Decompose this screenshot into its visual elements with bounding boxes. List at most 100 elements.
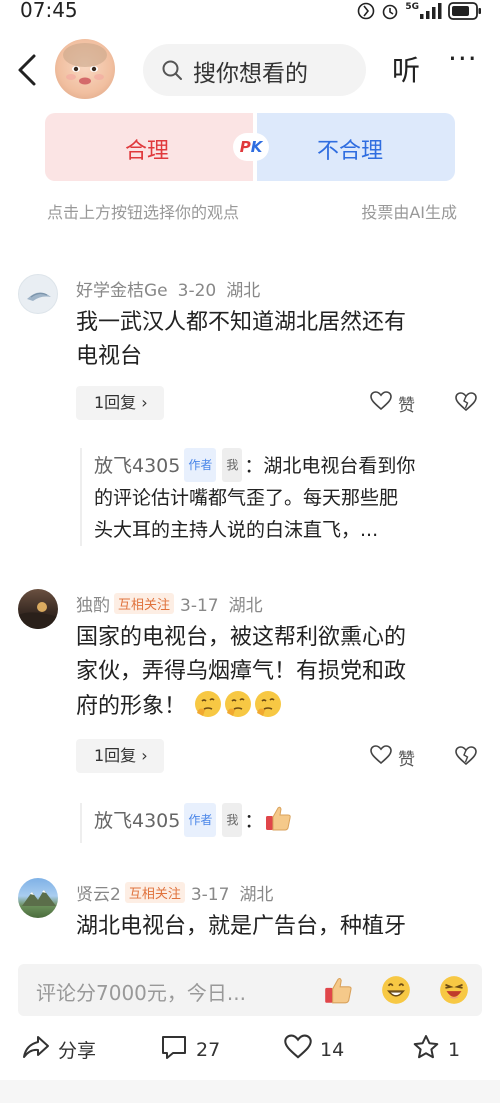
grin-emoji-icon[interactable]	[380, 974, 412, 1010]
like-count: 14	[320, 1038, 345, 1061]
signal-5g-icon: 5G	[405, 3, 442, 19]
reply-count-button[interactable]: 1回复 ›	[76, 739, 164, 773]
vote-reasonable-button[interactable]: 合理	[45, 113, 253, 181]
vote-reasonable-label: 合理	[125, 139, 170, 164]
search-icon	[161, 59, 183, 85]
battery-icon	[448, 2, 482, 20]
more-button[interactable]: ···	[448, 42, 478, 75]
comment-avatar[interactable]	[18, 589, 58, 629]
comment-line: 国家的电视台，被这帮利欲熏心的	[76, 625, 407, 650]
comment-line: 府的形象！	[76, 694, 187, 719]
comment-item: 贤云2 互相关注 3-17 湖北 湖北电视台，就是广告台，种植牙	[0, 872, 500, 957]
reply-count-button[interactable]: 1回复 ›	[76, 386, 164, 420]
comment-username[interactable]: 独酌	[76, 596, 110, 616]
sub-reply-line: 的评论估计嘴都气歪了。每天那些肥	[94, 487, 399, 509]
me-tag: 我	[222, 448, 243, 482]
comment-line-with-emoji: 府的形象！	[76, 689, 476, 730]
share-button[interactable]: 分享	[22, 1034, 96, 1065]
vote-unreasonable-button[interactable]: 不合理	[257, 113, 455, 181]
comment-item: 好学金桔Ge 3-20 湖北 我一武汉人都不知道湖北居然还有 电视台 1回复 › 赞…	[0, 270, 500, 560]
author-tag: 作者	[184, 803, 217, 837]
comment-icon	[160, 1034, 188, 1065]
sub-reply-text: ：湖北电视台看到你	[244, 455, 416, 477]
author-avatar[interactable]	[55, 39, 115, 99]
do-not-disturb-icon	[357, 2, 375, 20]
share-icon	[22, 1034, 50, 1065]
comment-date: 3-17	[190, 885, 230, 905]
thinking-emoji-icon	[253, 689, 283, 730]
sub-reply-line: 放飞4305 作者我：湖北电视台看到你	[94, 448, 460, 482]
laugh-emoji-icon[interactable]	[438, 974, 470, 1010]
network-type: 5G	[405, 2, 419, 12]
alarm-icon	[381, 2, 399, 20]
comment-line: 我一武汉人都不知道湖北居然还有	[76, 310, 407, 335]
status-time: 07:45	[20, 0, 78, 22]
comment-meta: 独酌 互相关注 3-17 湖北	[76, 591, 263, 616]
comment-text: 湖北电视台，就是广告台，种植牙	[76, 910, 476, 944]
sub-reply-line: 放飞4305 作者我：	[94, 803, 460, 843]
star-icon	[412, 1034, 440, 1065]
comment-avatar[interactable]	[18, 878, 58, 918]
pk-hint-right: 投票由AI生成	[361, 203, 457, 222]
like-label: 赞	[398, 396, 415, 416]
pk-badge: PK	[233, 133, 269, 161]
comment-input[interactable]: 评论分7000元，今日...	[18, 964, 482, 1016]
like-button[interactable]: 赞	[370, 391, 415, 416]
top-bar: 搜你想看的 听 ···	[0, 36, 500, 106]
status-bar: 07:45 5G	[0, 0, 500, 24]
heart-icon	[370, 745, 392, 770]
thinking-emoji-icon	[193, 689, 223, 730]
comment-button[interactable]: 27	[160, 1034, 220, 1065]
comment-username[interactable]: 贤云2	[76, 885, 121, 905]
comment-location: 湖北	[228, 596, 263, 616]
comment-avatar[interactable]	[18, 274, 58, 314]
sub-reply-line: 头大耳的主持人说的白沫直飞，...	[94, 519, 379, 541]
status-icons: 5G	[357, 0, 482, 22]
comment-line: 家伙，弄得乌烟瘴气！有损党和政	[76, 659, 407, 684]
sub-reply[interactable]: 放飞4305 作者我：	[80, 803, 460, 843]
sub-reply-username[interactable]: 放飞4305	[94, 810, 180, 832]
mutual-follow-badge: 互相关注	[114, 593, 175, 614]
bottom-action-bar: 分享 27 14 1	[0, 1030, 500, 1070]
sub-reply-text: ：	[244, 810, 264, 832]
bottom-strip	[0, 1080, 500, 1103]
comment-username[interactable]: 好学金桔Ge	[76, 281, 168, 301]
comment-location: 湖北	[226, 281, 261, 301]
thinking-emoji-icon	[223, 689, 253, 730]
broken-heart-icon[interactable]	[455, 746, 477, 770]
comment-date: 3-20	[177, 281, 217, 301]
author-tag: 作者	[184, 448, 217, 482]
search-box[interactable]: 搜你想看的	[143, 44, 366, 96]
sub-reply[interactable]: 放飞4305 作者我：湖北电视台看到你 的评论估计嘴都气歪了。每天那些肥 头大耳的…	[80, 448, 460, 546]
comment-date: 3-17	[180, 596, 219, 616]
me-tag: 我	[222, 803, 243, 837]
back-button[interactable]	[12, 52, 42, 88]
comment-text: 国家的电视台，被这帮利欲熏心的 家伙，弄得乌烟瘴气！有损党和政 府的形象！	[76, 621, 476, 730]
comment-line: 电视台	[76, 344, 143, 369]
pk-hints: 点击上方按钮选择你的观点 投票由AI生成	[47, 199, 457, 223]
like-label: 赞	[398, 750, 415, 770]
pk-hint-left: 点击上方按钮选择你的观点	[47, 203, 240, 222]
favorite-button[interactable]: 1	[412, 1034, 460, 1065]
vote-unreasonable-label: 不合理	[317, 139, 384, 164]
mutual-follow-badge: 互相关注	[124, 882, 185, 903]
favorite-count: 1	[448, 1038, 461, 1061]
like-button[interactable]: 赞	[370, 745, 415, 770]
heart-icon	[284, 1034, 312, 1065]
like-post-button[interactable]: 14	[284, 1034, 344, 1065]
comment-meta: 好学金桔Ge 3-20 湖北	[76, 276, 260, 301]
comment-location: 湖北	[239, 885, 274, 905]
listen-button[interactable]: 听	[392, 49, 420, 89]
sub-reply-username[interactable]: 放飞4305	[94, 455, 180, 477]
comment-input-placeholder: 评论分7000元，今日...	[36, 981, 246, 1005]
comment-meta: 贤云2 互相关注 3-17 湖北	[76, 880, 273, 905]
heart-icon	[370, 391, 392, 416]
comment-item: 独酌 互相关注 3-17 湖北 国家的电视台，被这帮利欲熏心的 家伙，弄得乌烟瘴气！有…	[0, 585, 500, 855]
comment-line: 湖北电视台，就是广告台，种植牙	[76, 914, 407, 939]
broken-heart-icon[interactable]	[455, 392, 477, 416]
comment-count: 27	[196, 1038, 221, 1061]
pk-badge-k: K	[250, 138, 263, 156]
pk-vote: 合理 不合理 PK	[45, 113, 455, 183]
comment-text: 我一武汉人都不知道湖北居然还有 电视台	[76, 306, 476, 374]
thumbs-up-emoji-icon[interactable]	[322, 974, 354, 1010]
